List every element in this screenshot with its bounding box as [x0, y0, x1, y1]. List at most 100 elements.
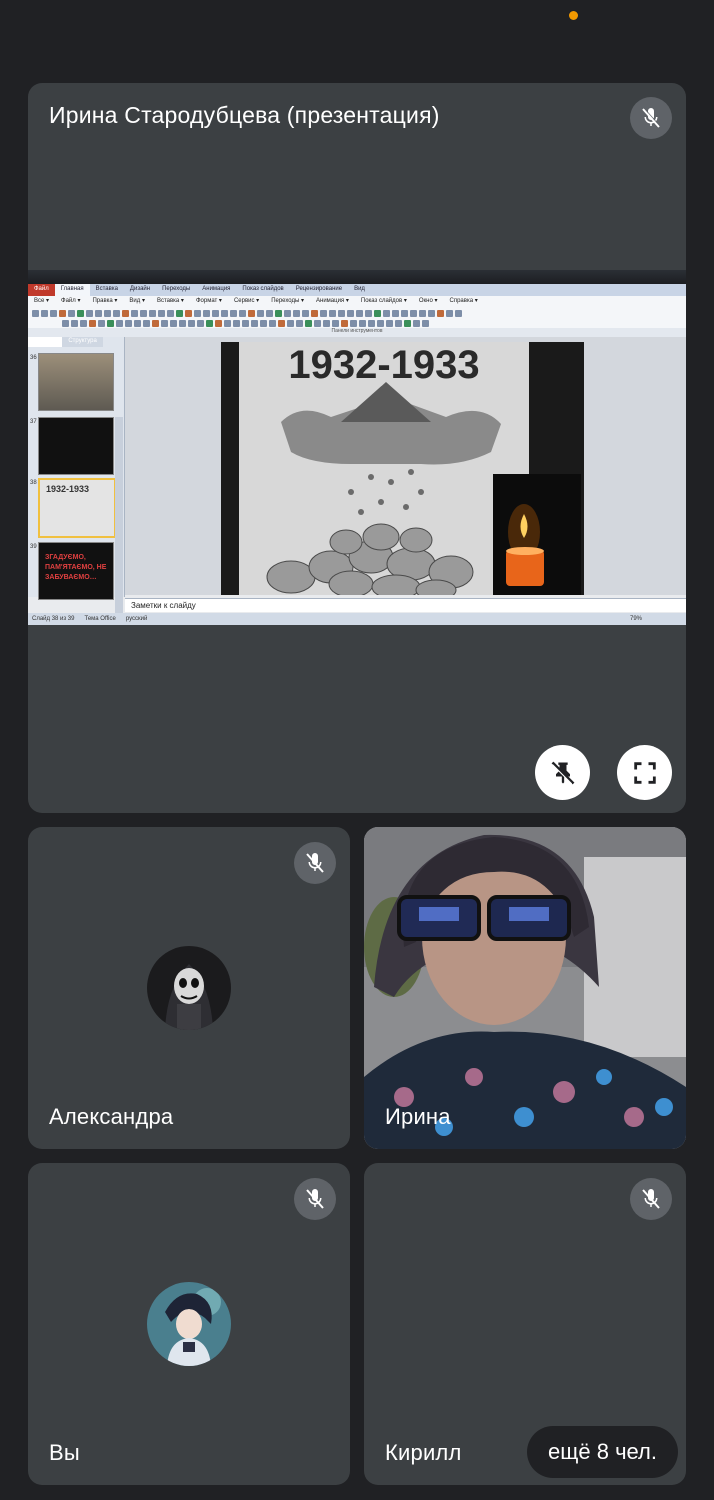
toolbar-icon	[428, 310, 435, 317]
toolbar-icon	[338, 310, 345, 317]
ribbon-tab: Главная	[54, 284, 90, 296]
menu-item: Правка ▾	[92, 298, 118, 304]
participant-tile[interactable]: Александра	[28, 827, 350, 1149]
toolbar-icon	[125, 320, 132, 327]
toolbar-icon	[233, 320, 240, 327]
toolbar-icon	[350, 320, 357, 327]
ribbon-tab: Рецензирование	[295, 286, 343, 292]
slide-area: 1932-1933	[125, 337, 686, 595]
toolbar-icon	[311, 310, 318, 317]
toolbar-icon	[383, 310, 390, 317]
toolbar-icon	[143, 320, 150, 327]
shared-screen: Файл Главная Вставка Дизайн Переходы Ани…	[28, 270, 686, 625]
toolbar-group-label: Панели инструментов	[28, 328, 686, 337]
toolbar-icon	[221, 310, 228, 317]
menu-item: Вид ▾	[129, 298, 145, 304]
toolbar-icon	[455, 310, 462, 317]
toolbar-icon	[50, 310, 57, 317]
toolbar-icon	[446, 310, 453, 317]
ribbon-tab: Анимация	[202, 286, 231, 292]
fullscreen-icon	[633, 761, 656, 784]
more-participants-button[interactable]: ещё 8 чел.	[527, 1426, 678, 1478]
mic-off-icon	[630, 97, 672, 139]
unpin-button[interactable]	[535, 745, 590, 800]
presentation-tile[interactable]: Ирина Стародубцева (презентация) Файл Гл…	[28, 83, 686, 813]
toolbar-icon	[347, 310, 354, 317]
toolbar-icon	[215, 320, 222, 327]
participant-tile[interactable]: Вы	[28, 1163, 350, 1485]
ribbon-tab: Переходы	[162, 286, 191, 292]
toolbar-icon	[332, 320, 339, 327]
toolbar-icon	[140, 310, 147, 317]
toolbar-icon	[413, 320, 420, 327]
unpin-icon	[551, 761, 574, 784]
avatar	[147, 946, 231, 1030]
menu-item: Формат ▾	[195, 298, 222, 304]
toolbar-icon	[248, 310, 255, 317]
toolbar-icon	[152, 320, 159, 327]
toolbar-icon	[149, 310, 156, 317]
slide-thumbnail	[38, 417, 114, 475]
toolbar-icon	[269, 320, 276, 327]
thumbnail-text: ЗГАДУЄМО, ПАМ'ЯТАЄМО, НЕ ЗАБУВАЄМО…	[45, 554, 107, 581]
menu-item: Сервис ▾	[233, 298, 260, 304]
thumbnail-number: 39	[30, 544, 37, 550]
slide-thumbnail: 1932-1933	[38, 478, 116, 538]
toolbar-icon	[98, 320, 105, 327]
toolbar-icon	[230, 310, 237, 317]
toolbar-icon	[266, 310, 273, 317]
toolbar-icon	[32, 310, 39, 317]
participant-name: Вы	[49, 1440, 80, 1465]
toolbar-icon	[359, 320, 366, 327]
toolbar-icon	[314, 320, 321, 327]
participant-name: Кирилл	[385, 1440, 462, 1465]
panel-tab-slides: Слайды	[28, 337, 63, 347]
toolbar-icon	[386, 320, 393, 327]
toolbar-icon	[41, 310, 48, 317]
toolbar-icon	[170, 320, 177, 327]
toolbar-icon	[422, 320, 429, 327]
toolbar-icon	[77, 310, 84, 317]
toolbar-icon	[356, 310, 363, 317]
toolbar-icon	[278, 320, 285, 327]
toolbar-icon	[392, 310, 399, 317]
toolbar-icon	[260, 320, 267, 327]
slide-image: 1932-1933	[221, 342, 584, 595]
activity-dot	[569, 11, 578, 20]
toolbar-icon	[206, 320, 213, 327]
thumbnail-scrollbar	[115, 417, 123, 625]
toolbar-icon	[419, 310, 426, 317]
status-bar: Слайд 38 из 39 Тема Office русский 79%	[28, 613, 686, 625]
toolbar-icon	[134, 320, 141, 327]
status-language: русский	[125, 616, 148, 622]
fullscreen-button[interactable]	[617, 745, 672, 800]
toolbar-icon	[167, 310, 174, 317]
toolbar-icon	[71, 320, 78, 327]
video-feed	[364, 827, 686, 1149]
toolbar-icon	[251, 320, 258, 327]
slide-title: 1932-1933	[288, 343, 479, 387]
status-zoom: 79%	[629, 616, 642, 622]
toolbar-icon	[224, 320, 231, 327]
menu-item: Показ слайдов ▾	[360, 298, 407, 304]
avatar	[147, 1282, 231, 1366]
toolbar-icon	[401, 310, 408, 317]
participant-tile[interactable]: Кирилл ещё 8 чел.	[364, 1163, 686, 1485]
toolbar-icon	[161, 320, 168, 327]
toolbar-icon	[368, 320, 375, 327]
thumbnail-text: 1932-1933	[46, 484, 90, 494]
toolbar-icon	[257, 310, 264, 317]
toolbar	[28, 307, 686, 330]
toolbar-icon	[89, 320, 96, 327]
menu-item: Вставка ▾	[156, 298, 184, 304]
toolbar-icon	[113, 310, 120, 317]
participant-tile[interactable]: Ирина	[364, 827, 686, 1149]
toolbar-icon	[239, 310, 246, 317]
toolbar-icon	[95, 310, 102, 317]
toolbar-icon	[437, 310, 444, 317]
toolbar-icon	[158, 310, 165, 317]
toolbar-icon	[122, 310, 129, 317]
menu-item: Файл ▾	[61, 298, 81, 304]
toolbar-icon	[374, 310, 381, 317]
classic-menu: Все ▾ Файл ▾ Правка ▾ Вид ▾ Вставка ▾ Фо…	[28, 296, 686, 307]
